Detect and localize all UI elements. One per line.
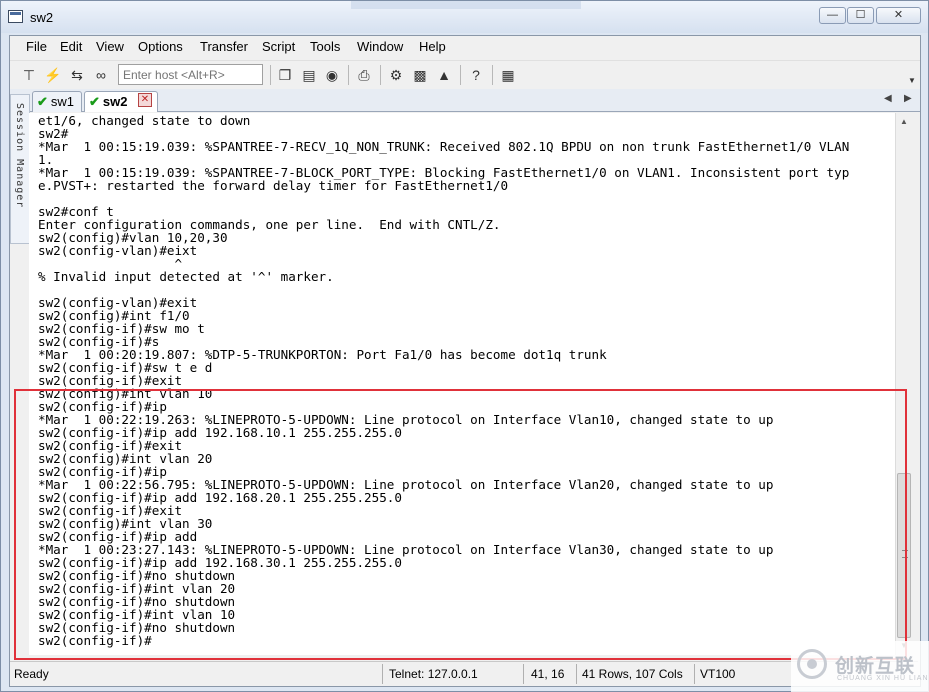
securecrt-app-icon[interactable] (8, 10, 23, 23)
maximize-button[interactable]: ☐ (847, 7, 874, 24)
status-ready: Ready (14, 667, 49, 681)
toolbar-overflow-icon[interactable]: ▼ (908, 76, 916, 85)
toolbar-divider (460, 65, 461, 85)
sftp-icon[interactable]: ▲ (435, 66, 453, 84)
tab-sw1[interactable]: ✔ sw1 (32, 91, 82, 112)
screen-icon[interactable]: ▦ (499, 66, 517, 84)
menu-edit[interactable]: Edit (60, 39, 82, 54)
print-icon[interactable]: ⎙ (355, 66, 373, 84)
terminal-line: % Invalid input detected at '^' marker. (38, 269, 334, 284)
status-divider (694, 664, 695, 684)
status-bar: Ready Telnet: 127.0.0.1 41, 16 41 Rows, … (10, 661, 918, 685)
session-tab-bar: ✔ sw1 ✔ sw2 ✕ ◀ ▶ (10, 89, 920, 112)
toolbar-divider (270, 65, 271, 85)
toolbar-divider (492, 65, 493, 85)
scroll-thumb[interactable] (897, 473, 911, 638)
session-manager-panel[interactable]: Session Manager (10, 94, 30, 244)
menu-bar: File Edit View Options Transfer Script T… (10, 36, 920, 58)
paste-icon[interactable]: ▤ (300, 66, 318, 84)
scroll-up-icon[interactable]: ▲ (900, 117, 908, 126)
tab-scroll-left-icon[interactable]: ◀ (884, 93, 892, 104)
status-divider (382, 664, 383, 684)
close-window-button[interactable]: ✕ (876, 7, 921, 24)
toolbar-divider (348, 65, 349, 85)
connected-check-icon: ✔ (37, 94, 48, 109)
app-window: sw2 — ☐ ✕ File Edit View Options Transfe… (0, 0, 929, 692)
reconnect-icon[interactable]: ⇆ (68, 66, 86, 84)
menu-window[interactable]: Window (357, 39, 403, 54)
tab-label: sw1 (50, 94, 75, 109)
status-cursor: 41, 16 (531, 667, 565, 681)
terminal-line: *Mar 1 00:15:19.039: %SPANTREE-7-RECV_1Q… (38, 139, 850, 154)
tab-close-icon[interactable]: ✕ (138, 93, 152, 107)
terminal-line: sw2(config-if)# (38, 633, 152, 648)
menu-tools[interactable]: Tools (310, 39, 340, 54)
copy-icon[interactable]: ❐ (276, 66, 294, 84)
watermark: 创新互联 CHUANG XIN HU LIAN (791, 641, 929, 692)
host-input[interactable] (118, 64, 263, 85)
scroll-grip-icon (902, 550, 908, 558)
disconnect-icon[interactable]: ∞ (92, 66, 110, 84)
brand-logo-icon (797, 649, 827, 679)
tab-scroll-right-icon[interactable]: ▶ (904, 93, 912, 104)
terminal-scrollbar[interactable]: ▲ ▼ (895, 113, 912, 655)
settings-gear-icon[interactable]: ⚙ (387, 66, 405, 84)
menu-options[interactable]: Options (138, 39, 183, 54)
toolbar: ⊤ ⚡ ⇆ ∞ ❐ ▤ ◉ ⎙ ⚙ ▩ ▲ ? ▦ ▼ (10, 60, 920, 88)
find-icon[interactable]: ◉ (323, 66, 341, 84)
terminal-line: e.PVST+: restarted the forward delay tim… (38, 178, 509, 193)
background-window-ghost (351, 1, 581, 9)
status-emulation: VT100 (700, 667, 736, 681)
terminal-line: et1/6, changed state to down (38, 113, 251, 128)
menu-view[interactable]: View (96, 39, 124, 54)
status-divider (576, 664, 577, 684)
session-manager-label: Session Manager (14, 103, 25, 209)
menu-script[interactable]: Script (262, 39, 295, 54)
minimize-button[interactable]: — (819, 7, 846, 24)
title-bar[interactable]: sw2 — ☐ ✕ (1, 1, 928, 33)
toolbar-divider (380, 65, 381, 85)
menu-help[interactable]: Help (419, 39, 446, 54)
status-divider (523, 664, 524, 684)
menu-transfer[interactable]: Transfer (200, 39, 248, 54)
quick-connect-icon[interactable]: ⚡ (44, 66, 62, 84)
status-size: 41 Rows, 107 Cols (582, 667, 683, 681)
window-title: sw2 (30, 10, 54, 25)
connect-icon[interactable]: ⊤ (20, 66, 38, 84)
watermark-subtitle: CHUANG XIN HU LIAN (837, 675, 929, 682)
keymap-icon[interactable]: ▩ (411, 66, 429, 84)
help-icon[interactable]: ? (467, 66, 485, 84)
tab-label: sw2 (102, 94, 128, 109)
status-connection: Telnet: 127.0.0.1 (389, 667, 478, 681)
watermark-brand: 创新互联 (835, 655, 916, 677)
connected-check-icon: ✔ (89, 94, 100, 109)
menu-file[interactable]: File (26, 39, 47, 54)
